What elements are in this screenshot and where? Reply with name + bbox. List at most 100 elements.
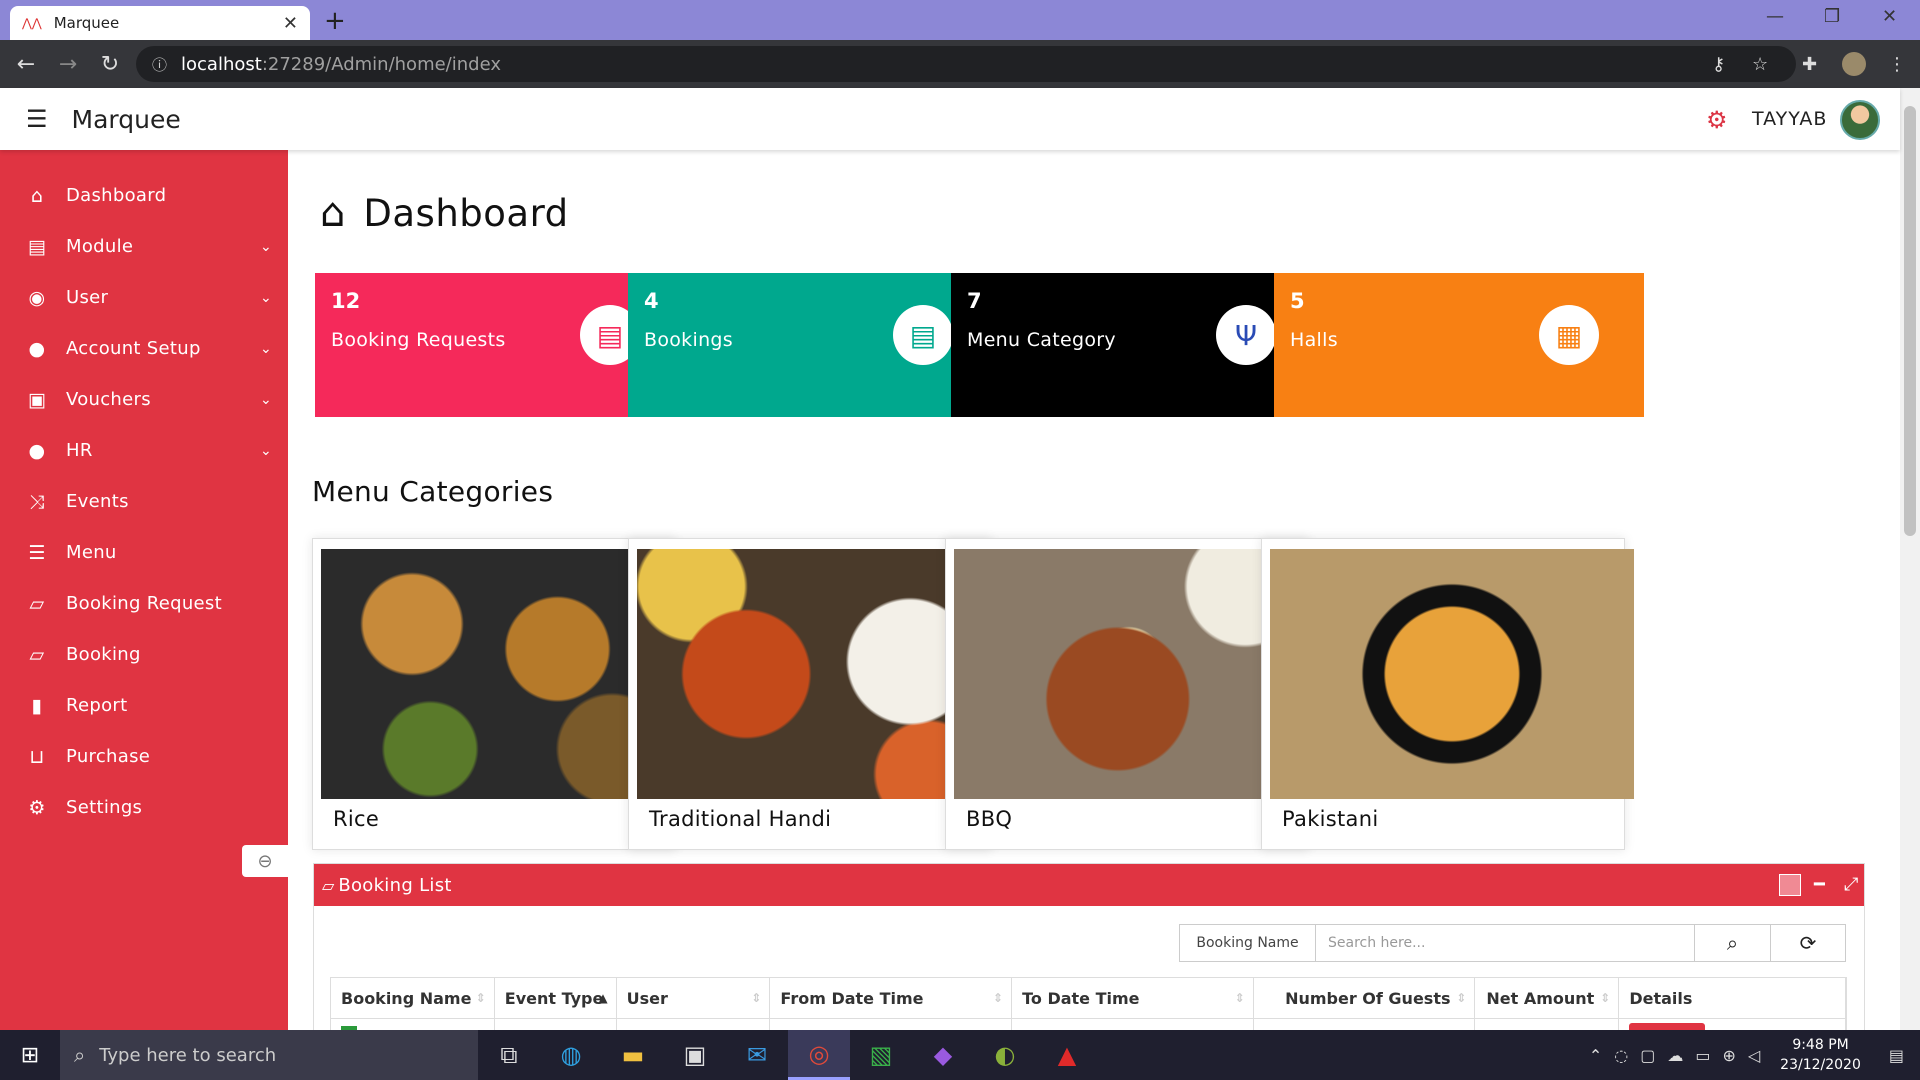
sort-icon: ⇕ (1234, 991, 1245, 1005)
app-icon[interactable]: ◐ (974, 1030, 1036, 1080)
search-icon: ⌕ (1726, 931, 1739, 955)
search-field-select[interactable]: Booking Name (1180, 925, 1316, 961)
url-host: localhost (181, 53, 262, 75)
chevron-down-icon: ⌄ (259, 442, 272, 459)
taskbar-search-placeholder: Type here to search (99, 1044, 277, 1066)
sidebar-item-module[interactable]: ▤ Module ⌄ (0, 221, 288, 272)
sidebar-item-label: Events (66, 491, 129, 512)
store-icon[interactable]: ▣ (664, 1030, 726, 1080)
color-toggle-button[interactable] (1779, 874, 1801, 896)
star-icon[interactable]: ☆ (1752, 54, 1768, 75)
stat-count: 12 (331, 289, 361, 313)
chevron-down-icon: ⌄ (259, 340, 272, 357)
search-button[interactable]: ⌕ (1695, 925, 1771, 961)
sidebar-item-settings[interactable]: ⚙ Settings (0, 782, 288, 833)
sidebar-item-label: Vouchers (66, 389, 151, 410)
extensions-icon[interactable]: ✚ (1802, 54, 1817, 75)
gear-icon[interactable]: ⚙ (1706, 106, 1728, 134)
sidebar-item-booking-request[interactable]: ▱ Booking Request (0, 578, 288, 629)
clock[interactable]: 9:48 PM 23/12/2020 (1780, 1035, 1861, 1075)
cloud-icon[interactable]: ☁ (1667, 1046, 1683, 1065)
category-card[interactable]: BBQ (945, 538, 1318, 850)
column-header-label: User (626, 988, 668, 1008)
column-header-user[interactable]: User ⇕ (617, 978, 771, 1018)
category-card[interactable]: Pakistani (1261, 538, 1634, 850)
forward-icon[interactable]: → (52, 52, 84, 77)
battery-icon[interactable]: ▭ (1695, 1046, 1710, 1065)
username[interactable]: TAYYAB (1752, 108, 1827, 130)
sidebar-item-booking[interactable]: ▱ Booking (0, 629, 288, 680)
sidebar-item-account-setup[interactable]: ● Account Setup ⌄ (0, 323, 288, 374)
column-header-to-date-time[interactable]: To Date Time ⇕ (1012, 978, 1254, 1018)
sidebar-item-user[interactable]: ◉ User ⌄ (0, 272, 288, 323)
chrome-icon[interactable]: ◎ (788, 1030, 850, 1080)
sidebar-item-report[interactable]: ▮ Report (0, 680, 288, 731)
column-header-number-of-guests[interactable]: Number Of Guests ⇕ (1254, 978, 1476, 1018)
edge-icon[interactable]: ◍ (540, 1030, 602, 1080)
notifications-icon[interactable]: ▤ (1889, 1046, 1904, 1065)
stat-card-menu-category[interactable]: 7 Menu Category Ψ (951, 273, 1321, 417)
fullscreen-icon[interactable]: ⤢ (1844, 874, 1858, 895)
mail-icon[interactable]: ✉ (726, 1030, 788, 1080)
sidebar-item-hr[interactable]: ● HR ⌄ (0, 425, 288, 476)
column-header-from-date-time[interactable]: From Date Time ⇕ (770, 978, 1013, 1018)
sidebar-item-label: Settings (66, 797, 143, 818)
info-icon[interactable]: ⓘ (152, 54, 167, 75)
reload-icon[interactable]: ↻ (94, 52, 126, 77)
minimize-panel-icon[interactable]: ━ (1814, 874, 1825, 895)
globe-icon[interactable]: ⊕ (1722, 1046, 1735, 1065)
acrobat-icon[interactable]: ▲ (1036, 1030, 1098, 1080)
stat-card-halls[interactable]: 5 Halls ▦ (1274, 273, 1644, 417)
main-content: ⌂ Dashboard 12 Booking Requests ▤ 4 Bookings… (288, 150, 1900, 1063)
chevron-down-icon: ⌄ (259, 289, 272, 306)
book-icon: ▱ (29, 643, 45, 666)
avatar[interactable] (1840, 100, 1880, 140)
browser-tabbar: ⋀⋀ Marquee ✕ + — ❐ ✕ (0, 0, 1920, 40)
sidebar-item-dashboard[interactable]: ⌂ Dashboard (0, 170, 288, 221)
key-icon[interactable]: ⚷ (1712, 54, 1725, 75)
sidebar-item-events[interactable]: ⤨ Events (0, 476, 288, 527)
chevron-down-icon: ⌄ (259, 391, 272, 408)
visual-studio-icon[interactable]: ◆ (912, 1030, 974, 1080)
taskbar-search[interactable]: ⌕ Type here to search (60, 1030, 478, 1080)
profile-avatar[interactable] (1842, 52, 1866, 76)
back-icon[interactable]: ← (10, 52, 42, 77)
collapse-sidebar-button[interactable]: ⊖ (242, 845, 288, 877)
new-tab-button[interactable]: + (324, 6, 346, 36)
scrollbar-thumb[interactable] (1904, 106, 1916, 536)
page-scrollbar[interactable] (1900, 88, 1920, 1030)
task-view-icon[interactable]: ⧉ (478, 1030, 540, 1080)
device-icon[interactable]: ▢ (1640, 1046, 1655, 1065)
column-header-net-amount[interactable]: Net Amount ⇕ (1475, 978, 1620, 1018)
search-input[interactable]: Search here... (1316, 925, 1695, 961)
refresh-button[interactable]: ⟳ (1771, 925, 1845, 961)
sort-icon: ⇕ (993, 991, 1004, 1005)
excel-icon[interactable]: ▧ (850, 1030, 912, 1080)
file-explorer-icon[interactable]: ▬ (602, 1030, 664, 1080)
chevron-up-icon[interactable]: ⌃ (1589, 1046, 1602, 1065)
category-name: Rice (333, 807, 380, 831)
minimize-icon[interactable]: — (1766, 6, 1784, 27)
sidebar-item-purchase[interactable]: ⊔ Purchase (0, 731, 288, 782)
restore-icon[interactable]: ❐ (1824, 6, 1840, 27)
window-close-icon[interactable]: ✕ (1882, 6, 1897, 27)
address-bar[interactable]: ⓘ localhost:27289/Admin/home/index (136, 46, 1796, 82)
category-card[interactable]: Traditional Handi (628, 538, 1001, 850)
network-icon[interactable]: ◌ (1614, 1046, 1628, 1065)
menu-dots-icon[interactable]: ⋮ (1888, 54, 1906, 75)
stat-label: Menu Category (967, 329, 1116, 351)
stat-card-bookings[interactable]: 4 Bookings ▤ (628, 273, 998, 417)
sidebar-item-menu[interactable]: ☰ Menu (0, 527, 288, 578)
volume-icon[interactable]: ◁ (1748, 1046, 1760, 1065)
hamburger-icon[interactable]: ☰ (26, 105, 48, 133)
column-header-event-type[interactable]: Event Type ▲ (495, 978, 617, 1018)
stat-label: Booking Requests (331, 329, 506, 351)
windows-start-icon[interactable]: ⊞ (0, 1030, 60, 1080)
sidebar-item-vouchers[interactable]: ▣ Vouchers ⌄ (0, 374, 288, 425)
browser-tab[interactable]: ⋀⋀ Marquee ✕ (10, 6, 310, 40)
refresh-icon: ⟳ (1799, 931, 1817, 955)
close-tab-icon[interactable]: ✕ (283, 13, 298, 34)
column-header-booking-name[interactable]: Booking Name ⇕ (331, 978, 495, 1018)
category-card[interactable]: Rice (312, 538, 685, 850)
url-path: :27289/Admin/home/index (261, 53, 501, 75)
